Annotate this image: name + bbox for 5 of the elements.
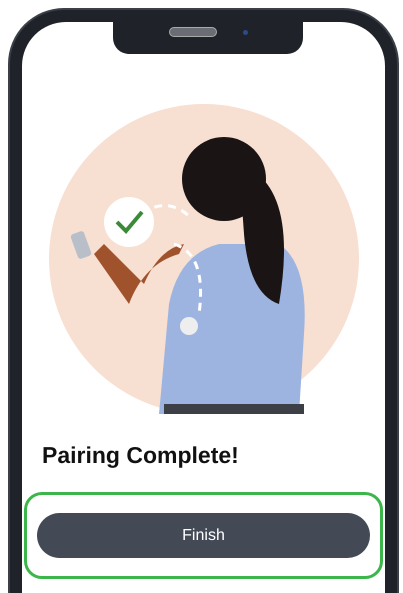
check-badge-icon [104,197,154,247]
pairing-complete-title: Pairing Complete! [42,442,240,469]
speaker-grille [168,27,216,37]
finish-button[interactable]: Finish [37,513,370,558]
camera-dot [242,30,248,34]
